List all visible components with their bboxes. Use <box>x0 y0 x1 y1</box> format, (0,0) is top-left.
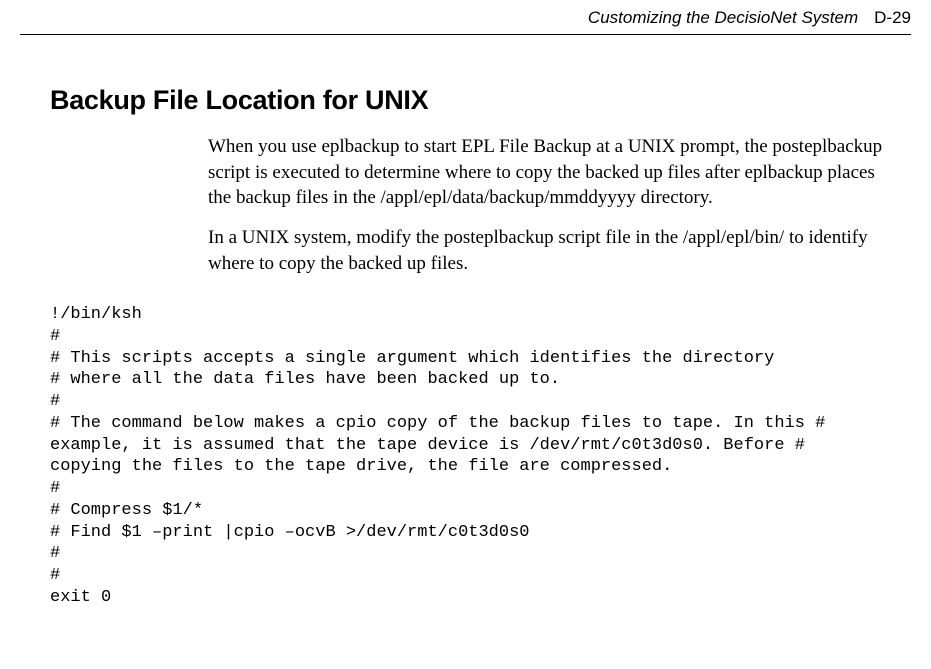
script-code-block: !/bin/ksh # # This scripts accepts a sin… <box>50 304 911 609</box>
section-heading: Backup File Location for UNIX <box>50 85 931 116</box>
body-paragraph-1: When you use eplbackup to start EPL File… <box>208 134 891 211</box>
page-header: Customizing the DecisioNet System D-29 <box>0 0 931 32</box>
body-paragraph-2: In a UNIX system, modify the posteplback… <box>208 225 891 276</box>
header-title: Customizing the DecisioNet System <box>588 8 858 28</box>
header-divider <box>20 34 911 35</box>
header-page-number: D-29 <box>874 8 911 28</box>
